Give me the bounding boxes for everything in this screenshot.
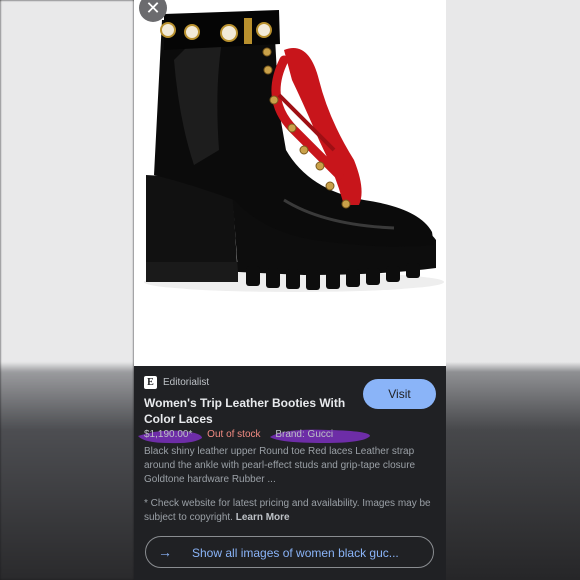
brand: Brand: Gucci: [275, 429, 334, 440]
product-card: E Editorialist Visit Women's Trip Leathe…: [134, 366, 446, 580]
stock-status: Out of stock: [207, 429, 261, 440]
show-all-label: Show all images of women black guc...: [192, 546, 399, 560]
product-image[interactable]: [134, 0, 446, 366]
source-row[interactable]: E Editorialist: [144, 376, 209, 389]
boot-image: [144, 10, 444, 292]
blurred-background-left: [0, 0, 134, 580]
image-preview-panel: ✕ E Editorialist Visit Women's Trip Leat…: [134, 0, 446, 580]
blurred-background-right: [446, 0, 580, 580]
show-all-images-button[interactable]: → Show all images of women black guc...: [145, 536, 434, 568]
learn-more-link[interactable]: Learn More: [236, 512, 290, 523]
arrow-right-icon: →: [158, 544, 172, 560]
visit-button[interactable]: Visit: [363, 379, 436, 409]
pricing-notice: * Check website for latest pricing and a…: [144, 497, 436, 525]
source-name: Editorialist: [163, 377, 210, 388]
product-meta: $1,190.00* Out of stock Brand: Gucci: [144, 429, 345, 440]
source-logo-icon: E: [144, 376, 157, 389]
price: $1,190.00*: [144, 429, 193, 440]
product-title[interactable]: Women's Trip Leather Booties With Color …: [144, 395, 354, 427]
product-description: Black shiny leather upper Round toe Red …: [144, 446, 416, 485]
